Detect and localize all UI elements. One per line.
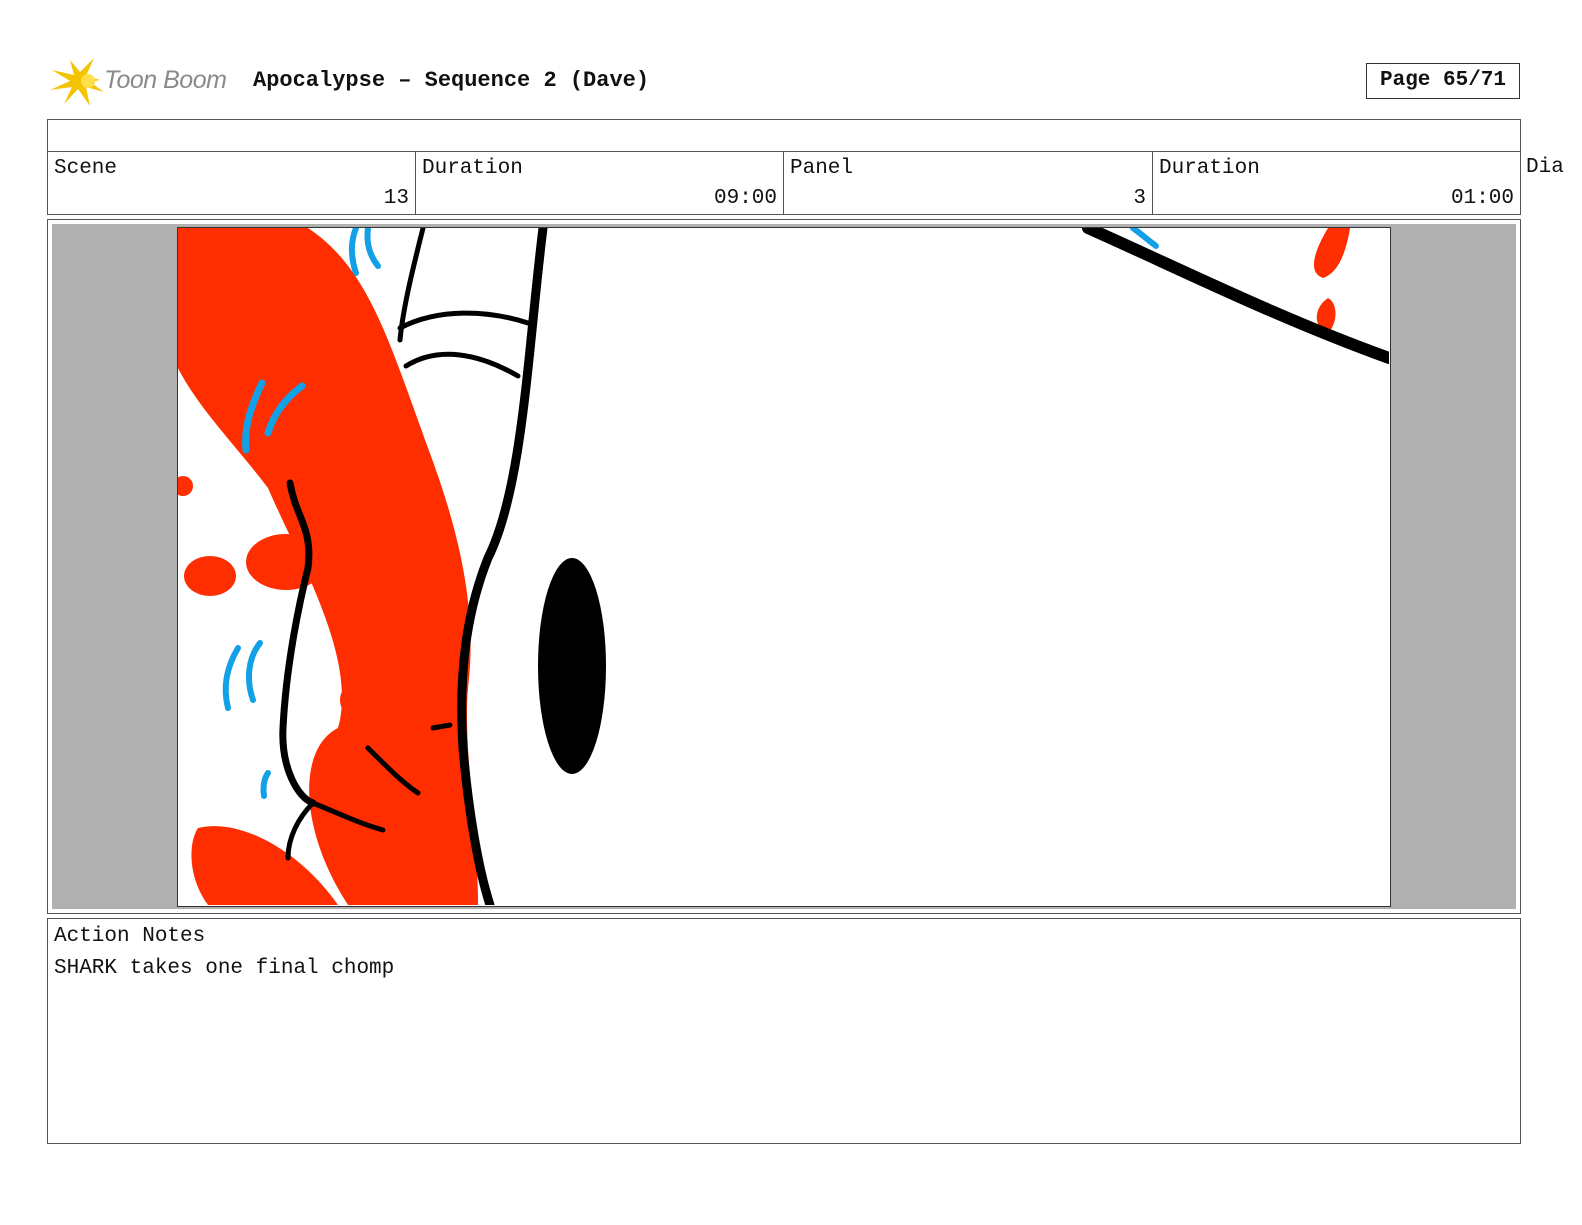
red-blob-4 <box>340 686 360 714</box>
blue-mark-6 <box>245 640 263 703</box>
panel-label: Panel <box>790 157 854 180</box>
panel-duration-cell: Duration 01:00 <box>1153 152 1520 214</box>
toon-boom-star-logo-icon <box>50 58 104 106</box>
red-splash-lower <box>191 826 338 905</box>
action-notes-box: Action Notes SHARK takes one final chomp <box>47 918 1521 1144</box>
red-blob-5 <box>178 476 193 496</box>
blue-mark-1 <box>348 228 359 276</box>
panel-duration-value: 01:00 <box>1450 187 1514 210</box>
ink-chin-2 <box>285 800 316 861</box>
panel-duration-label: Duration <box>1159 157 1260 180</box>
info-row: Scene 13 Duration 09:00 Panel 3 Duration… <box>47 151 1521 215</box>
panel-frame <box>47 219 1521 914</box>
page-indicator: Page 65/71 <box>1366 63 1520 99</box>
ink-notch <box>430 722 453 731</box>
blue-mark-5 <box>222 645 241 711</box>
ink-curve-2 <box>403 351 521 379</box>
panel-cell: Panel 3 <box>784 152 1153 214</box>
action-notes-text: SHARK takes one final chomp <box>54 957 395 980</box>
red-drip-top-right <box>1313 228 1350 278</box>
shark-sketch <box>178 228 1390 906</box>
logo-text: Toon Boom <box>104 66 227 94</box>
red-blob-2 <box>184 556 236 596</box>
red-blob-3 <box>338 591 386 641</box>
scene-duration-cell: Duration 09:00 <box>416 152 784 214</box>
scene-value: 13 <box>383 187 409 210</box>
scene-duration-value: 09:00 <box>713 187 777 210</box>
red-blob-1 <box>246 534 326 590</box>
toon-boom-logo: Toon Boom <box>50 56 240 108</box>
blue-mark-8 <box>1130 228 1159 249</box>
ink-curve-1 <box>397 310 531 331</box>
storyboard-drawing <box>177 227 1391 907</box>
document-title: Apocalypse – Sequence 2 (Dave) <box>253 68 650 93</box>
header-strip <box>47 119 1521 152</box>
panel-value: 3 <box>1133 187 1146 210</box>
ink-jaw-outline <box>457 228 548 906</box>
scene-label: Scene <box>54 157 118 180</box>
scene-cell: Scene 13 <box>48 152 416 214</box>
dialog-label-cut-off: Dia <box>1526 156 1564 179</box>
letterbox-area <box>52 224 1516 909</box>
shark-eye <box>538 558 606 774</box>
blue-mark-2 <box>364 228 381 269</box>
scene-duration-label: Duration <box>422 157 523 180</box>
action-notes-label: Action Notes <box>54 925 206 948</box>
blue-mark-7 <box>260 770 271 799</box>
